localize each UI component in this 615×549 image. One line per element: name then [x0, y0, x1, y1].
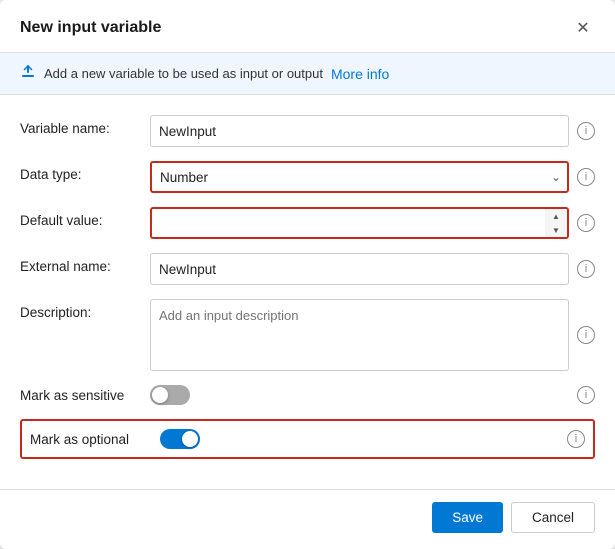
banner-text: Add a new variable to be used as input o… [44, 66, 323, 81]
mark-optional-toggle[interactable] [160, 429, 200, 449]
external-name-info-icon: i [577, 260, 595, 278]
variable-name-row: Variable name: i [20, 115, 595, 147]
description-field: i [150, 299, 595, 371]
mark-optional-field: i [160, 429, 585, 449]
default-value-input[interactable] [150, 207, 569, 239]
description-textarea[interactable] [150, 299, 569, 371]
default-value-label: Default value: [20, 207, 150, 228]
toggle-thumb-optional [182, 431, 198, 447]
info-banner: Add a new variable to be used as input o… [0, 53, 615, 95]
external-name-input[interactable] [150, 253, 569, 285]
default-value-wrapper: ▲ ▼ [150, 207, 569, 239]
variable-name-field: i [150, 115, 595, 147]
default-value-field: ▲ ▼ i [150, 207, 595, 239]
data-type-info-icon: i [577, 168, 595, 186]
mark-sensitive-toggle[interactable] [150, 385, 190, 405]
mark-sensitive-field: i [150, 385, 595, 405]
toggle-thumb-sensitive [152, 387, 168, 403]
data-type-label: Data type: [20, 161, 150, 182]
default-value-row: Default value: ▲ ▼ i [20, 207, 595, 239]
dialog-body: Variable name: i Data type: Number Text … [0, 95, 615, 489]
variable-name-input[interactable] [150, 115, 569, 147]
spinner-up-button[interactable]: ▲ [545, 209, 567, 223]
description-row: Description: i [20, 299, 595, 371]
data-type-select-wrapper: Number Text Boolean List ⌄ [150, 161, 569, 193]
data-type-field: Number Text Boolean List ⌄ i [150, 161, 595, 193]
external-name-label: External name: [20, 253, 150, 274]
cancel-button[interactable]: Cancel [511, 502, 595, 533]
new-input-variable-dialog: New input variable ✕ Add a new variable … [0, 0, 615, 549]
description-info-icon: i [577, 326, 595, 344]
dialog-header: New input variable ✕ [0, 0, 615, 53]
data-type-row: Data type: Number Text Boolean List ⌄ i [20, 161, 595, 193]
dialog-title: New input variable [20, 19, 161, 37]
mark-sensitive-row: Mark as sensitive i [20, 385, 595, 405]
spinner-buttons: ▲ ▼ [545, 209, 567, 237]
variable-name-label: Variable name: [20, 115, 150, 136]
mark-optional-info-icon: i [567, 430, 585, 448]
default-value-info-icon: i [577, 214, 595, 232]
dialog-footer: Save Cancel [0, 489, 615, 549]
external-name-field: i [150, 253, 595, 285]
mark-sensitive-label: Mark as sensitive [20, 388, 150, 403]
data-type-select[interactable]: Number Text Boolean List [150, 161, 569, 193]
mark-sensitive-info-icon: i [577, 386, 595, 404]
upload-icon [20, 63, 36, 84]
save-button[interactable]: Save [432, 502, 503, 533]
description-label: Description: [20, 299, 150, 320]
spinner-down-button[interactable]: ▼ [545, 223, 567, 237]
close-button[interactable]: ✕ [571, 16, 595, 40]
external-name-row: External name: i [20, 253, 595, 285]
mark-optional-label: Mark as optional [30, 432, 160, 447]
more-info-link[interactable]: More info [331, 66, 389, 82]
mark-optional-row: Mark as optional i [20, 419, 595, 459]
variable-name-info-icon: i [577, 122, 595, 140]
